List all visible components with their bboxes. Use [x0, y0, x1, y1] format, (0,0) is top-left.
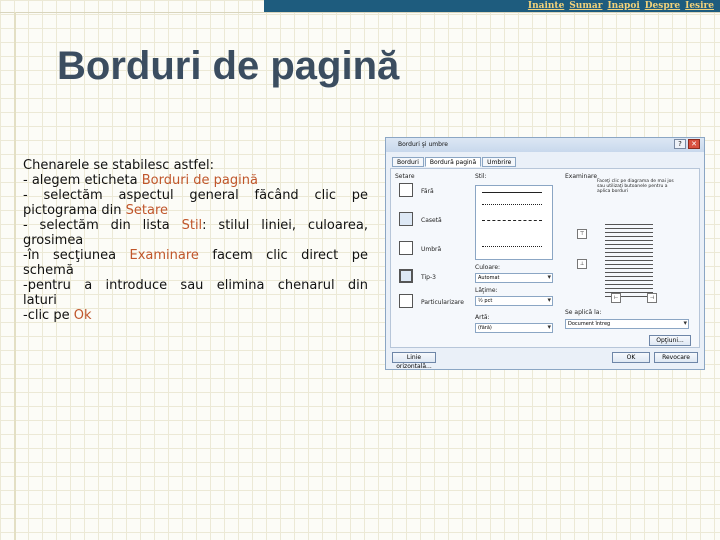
- setare-none-icon[interactable]: [399, 183, 413, 197]
- examinare-hint: Faceţi clic pe diagrama de mai jos sau u…: [597, 179, 674, 194]
- tab-borduri[interactable]: Borduri: [392, 157, 424, 167]
- top-nav-bar: Inainte Sumar Inapoi Despre Iesire: [264, 0, 720, 12]
- setare-3d-label: Tip-3: [421, 274, 436, 281]
- setare-3d-icon[interactable]: [399, 269, 413, 283]
- setare-shadow-label: Umbră: [421, 246, 442, 253]
- text-line: - selectăm aspectul general făcând clic …: [23, 188, 368, 203]
- text-line: -pentru a introduce sau elimina chenarul…: [23, 278, 368, 293]
- top-rule: [0, 12, 720, 13]
- text-line: - alegem eticheta Borduri de pagină: [23, 173, 258, 188]
- culoare-select[interactable]: Automat: [475, 273, 553, 283]
- nav-sumar-link[interactable]: Sumar: [569, 0, 602, 12]
- tab-bordura-pagina[interactable]: Bordură pagină: [424, 157, 482, 167]
- left-border-button[interactable]: ⊢: [611, 293, 621, 303]
- slide-title: Borduri de pagină: [57, 44, 400, 88]
- bottom-border-button[interactable]: ⊥: [577, 259, 587, 269]
- aplicare-select[interactable]: Document întreg: [565, 319, 689, 329]
- border-preview[interactable]: [599, 224, 669, 304]
- arta-select[interactable]: (fără): [475, 323, 553, 333]
- text-line: -în secţiunea Examinare facem clic direc…: [23, 248, 368, 263]
- text-line: - selectăm din lista Stil: stilul liniei…: [23, 218, 368, 233]
- left-rule: [14, 12, 16, 540]
- line-style-dashdot[interactable]: [482, 246, 542, 247]
- setare-custom-icon[interactable]: [399, 294, 413, 308]
- nav-inainte-link[interactable]: Inainte: [528, 0, 564, 12]
- help-icon[interactable]: ?: [674, 139, 686, 149]
- close-icon[interactable]: ✕: [688, 139, 700, 149]
- text-line: laturi: [23, 293, 57, 308]
- aplicare-label: Se aplică la:: [565, 309, 602, 316]
- nav-inapoi-link[interactable]: Inapoi: [607, 0, 639, 12]
- top-border-button[interactable]: ⊤: [577, 229, 587, 239]
- text-line: -clic pe Ok: [23, 308, 92, 323]
- setare-label: Setare: [395, 173, 415, 180]
- borders-dialog-screenshot: Borduri şi umbre ? ✕ Borduri Bordură pag…: [385, 137, 705, 370]
- preview-page[interactable]: [605, 224, 653, 300]
- culoare-label: Culoare:: [475, 264, 501, 271]
- examinare-label: Examinare: [565, 173, 598, 180]
- line-style-dotted[interactable]: [482, 204, 542, 205]
- setare-shadow-icon[interactable]: [399, 241, 413, 255]
- optiuni-button[interactable]: Opţiuni...: [649, 335, 691, 346]
- stil-label: Stil:: [475, 173, 487, 180]
- slide-body-text: Chenarele se stabilesc astfel: - alegem …: [23, 158, 368, 323]
- text-line: grosimea: [23, 233, 84, 248]
- dialog-panel: Setare Fără Casetă Umbră Tip-3 Particula…: [390, 168, 700, 348]
- text-line: pictograma din Setare: [23, 203, 168, 218]
- setare-box-label: Casetă: [421, 217, 442, 224]
- nav-iesire-link[interactable]: Iesire: [685, 0, 714, 12]
- setare-custom-label: Particularizare: [421, 299, 464, 306]
- dialog-title: Borduri şi umbre: [398, 141, 448, 148]
- text-line: schemă: [23, 263, 74, 278]
- horizontal-line-button[interactable]: Linie orizontală...: [392, 352, 436, 370]
- arta-label: Artă:: [475, 314, 490, 321]
- dialog-tabs: Borduri Bordură pagină Umbrire: [392, 157, 517, 167]
- latime-label: Lăţime:: [475, 287, 498, 294]
- line-style-dashed[interactable]: [482, 220, 542, 221]
- setare-none-label: Fără: [421, 188, 434, 195]
- dialog-titlebar: Borduri şi umbre ? ✕: [386, 138, 704, 152]
- ok-button[interactable]: OK: [612, 352, 650, 363]
- setare-box-icon[interactable]: [399, 212, 413, 226]
- tab-umbrire[interactable]: Umbrire: [482, 157, 517, 167]
- nav-despre-link[interactable]: Despre: [645, 0, 680, 12]
- latime-select[interactable]: ½ pct: [475, 296, 553, 306]
- revocare-button[interactable]: Revocare: [654, 352, 698, 363]
- right-border-button[interactable]: ⊣: [647, 293, 657, 303]
- line-style-solid[interactable]: [482, 192, 542, 193]
- text-line: Chenarele se stabilesc astfel:: [23, 158, 214, 173]
- style-listbox[interactable]: [475, 185, 553, 260]
